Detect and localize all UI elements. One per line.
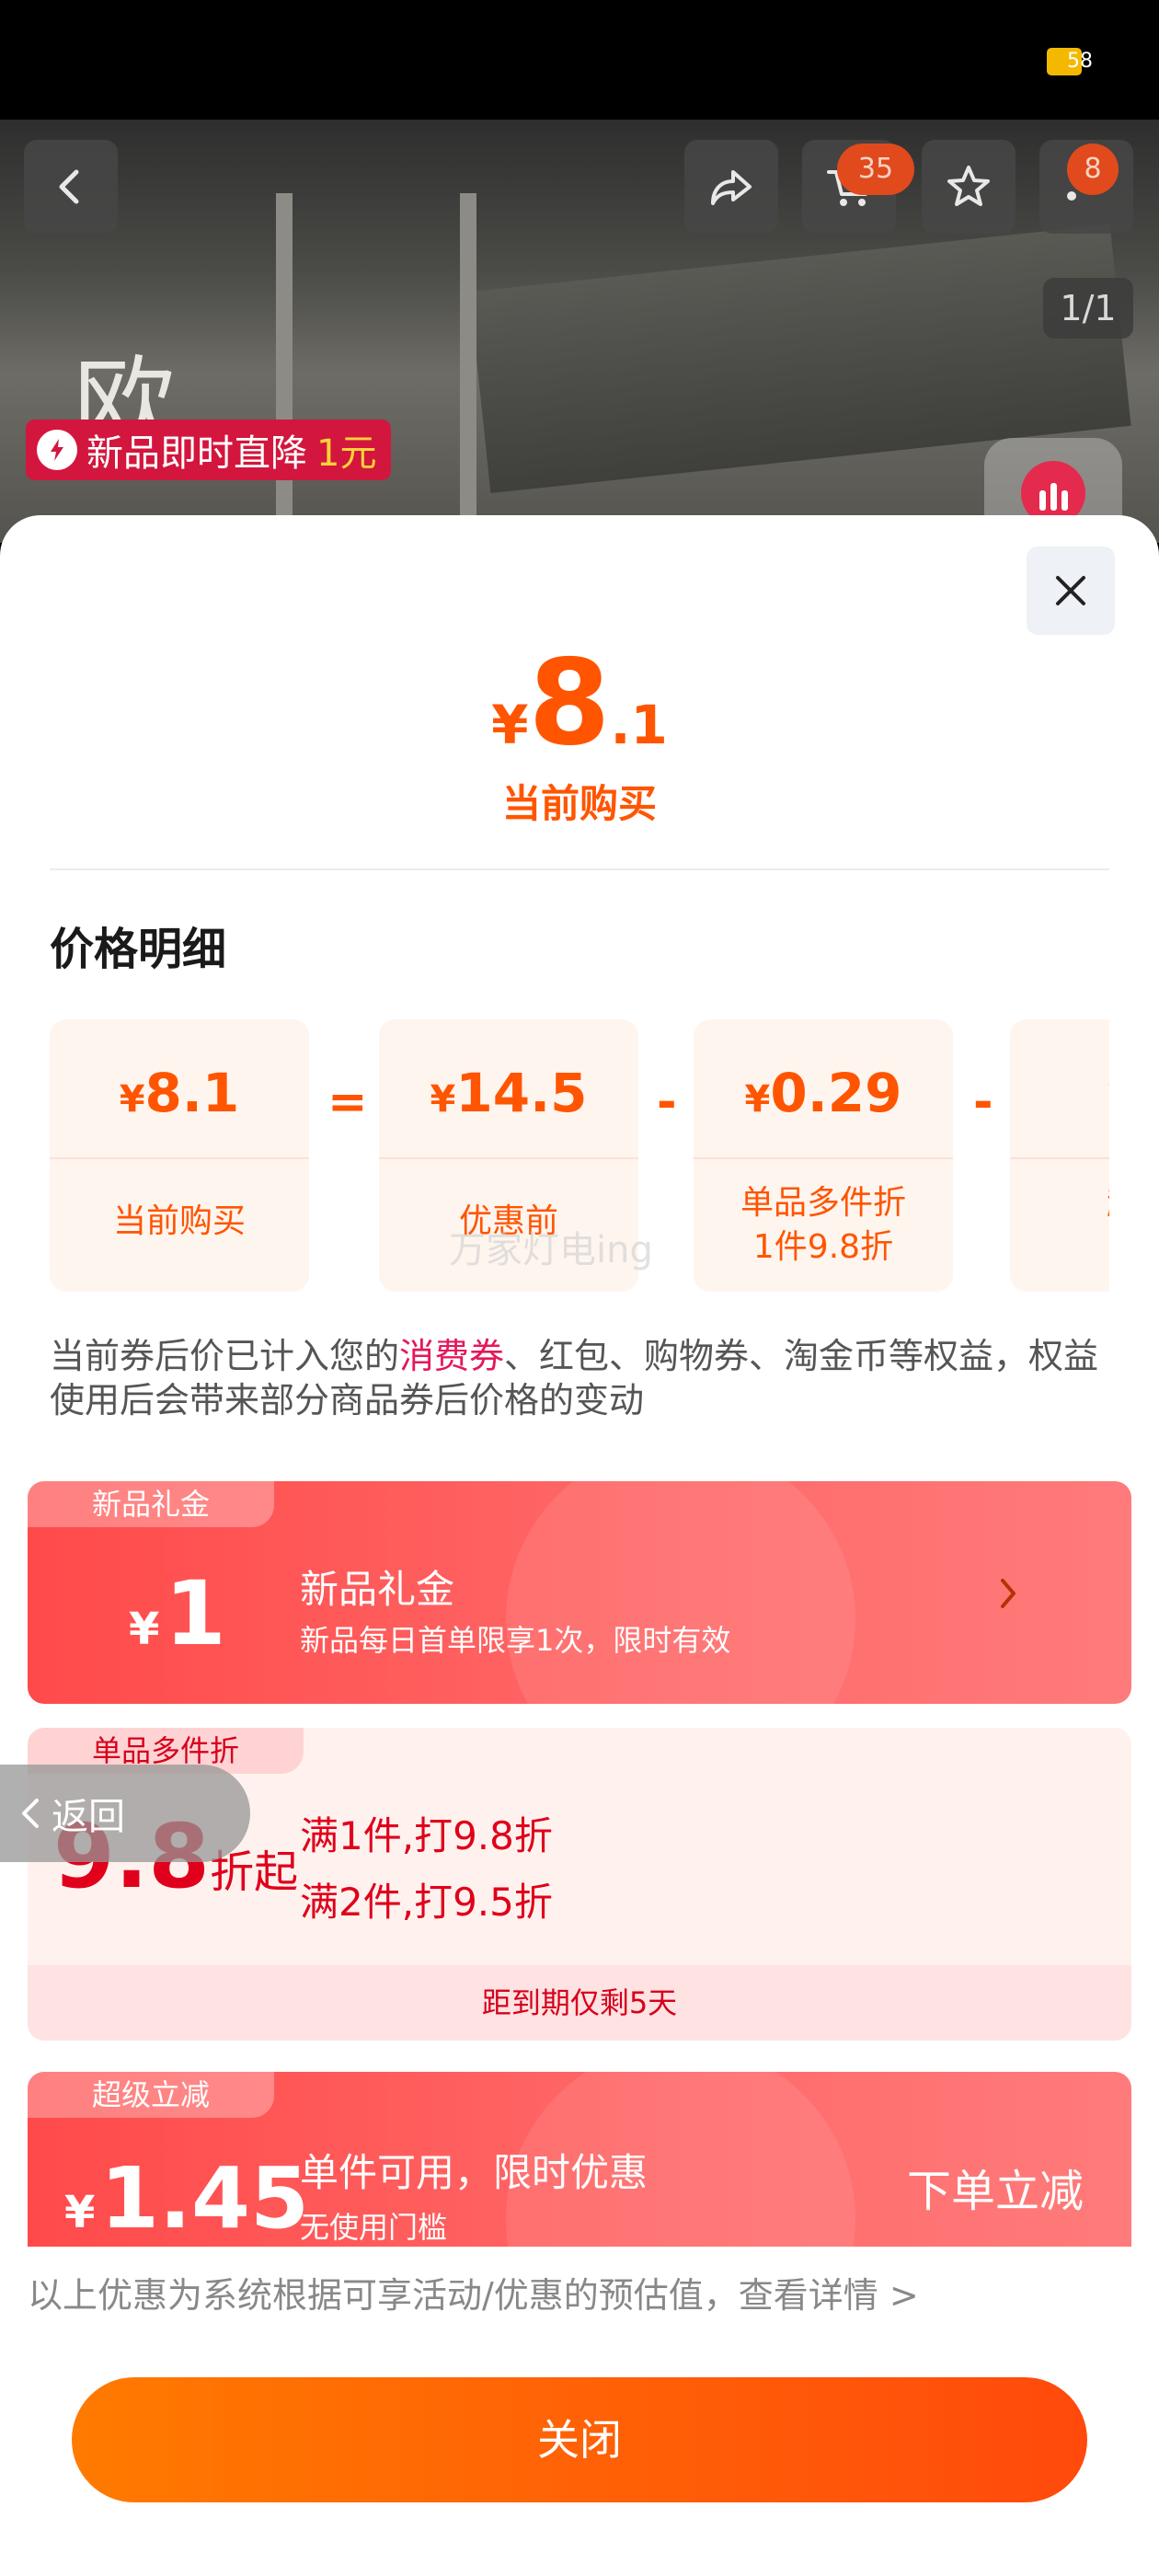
return-button[interactable]: 返回 [0,1765,250,1862]
promo-tag-text: 新品即时直降 [86,432,307,475]
coupon-action[interactable]: 下单立减 [907,2155,1084,2219]
breakdown-label: 当前购买 [112,1202,246,1240]
currency-symbol: ¥ [430,1078,456,1121]
battery-level: 58 [1067,50,1093,73]
breakdown-sublabel: 1 [1010,1225,1109,1270]
currency-symbol: ¥ [744,1078,771,1121]
message-count-badge: 8 [1067,144,1119,195]
battery-icon: 58 [1047,48,1093,75]
currency-symbol: ¥ [119,1078,145,1121]
currency-symbol: ¥ [64,2187,96,2238]
notice-link[interactable]: 消费券 [399,1336,504,1376]
price-symbol: ¥ [491,694,529,756]
discount-rule: 满2件,打9.5折 [300,1880,553,1925]
minus-operator: - [657,1075,677,1130]
section-title: 价格明细 [50,924,227,975]
breakdown-card: ¥8.1 当前购买 [50,1019,309,1292]
price-label: 当前购买 [501,781,657,826]
star-icon [947,166,990,206]
discount-rule: 满1件,打9.8折 [300,1813,553,1858]
super-discount-coupon-card[interactable]: 超级立减 ¥ 1.45 单件可用，限时优惠 无使用门槛 下单立减 [28,2072,1131,2247]
back-button[interactable] [24,140,118,234]
page-indicator: 1/1 [1043,278,1133,339]
coupon-tag: 超级立减 [28,2072,275,2118]
sheet-close-button[interactable] [1027,546,1115,635]
lightning-icon [37,430,77,470]
price-notice: 当前券后价已计入您的消费券、红包、购物券、淘金币等权益，权益使用后会带来部分商品… [50,1334,1117,1422]
coupon-title: 单件可用，限时优惠 [300,2150,648,2195]
coupon-title: 新品礼金 [300,1567,455,1612]
promo-tag-amount: 1元 [316,432,377,475]
breakdown-value: 0.29 [770,1062,902,1124]
coupon-amount: ¥ 1.45 [64,2149,309,2247]
price-integer: 8 [528,635,611,772]
estimate-footnote-link[interactable]: 以上优惠为系统根据可享活动/优惠的预估值，查看详情 > [28,2267,919,2317]
watermark: 万家灯电ing [449,1229,653,1271]
product-photo-pole [276,193,293,543]
share-icon [711,170,752,205]
gift-coupon-card[interactable]: 新品礼金 ¥ 1 新品礼金 新品每日首单限享1次，限时有效 [28,1481,1131,1704]
breakdown-card: ¥0.29 单品多件折 1件9.8折 [694,1019,953,1292]
share-button[interactable] [684,140,778,234]
currency-symbol: ¥ [129,1604,160,1655]
breakdown-sublabel: 1件9.8折 [752,1228,894,1266]
notice-text: 当前券后价已计入您的 [50,1336,400,1376]
breakdown-value: 14.5 [455,1062,588,1124]
breakdown-value: 8.1 [144,1062,240,1124]
current-price: ¥8.1 [0,635,1159,772]
coupon-value: 1 [164,1562,226,1665]
divider [50,868,1109,870]
chevron-right-icon [1001,1579,1016,1608]
favorite-button[interactable] [922,140,1016,234]
breakdown-label: 单品多件折 [740,1184,906,1222]
chevron-left-icon [59,169,79,204]
close-icon [1056,576,1085,605]
yen-watermark [506,1481,855,1704]
return-label: 返回 [52,1796,125,1838]
coupon-tag: 新品礼金 [28,1481,275,1527]
coupon-expiry: 距到期仅剩5天 [28,1965,1131,2041]
chevron-left-icon [22,1799,39,1828]
product-photo-pole [460,193,476,543]
breakdown-label: 超级 [1010,1181,1109,1225]
equals-operator: = [327,1075,368,1130]
close-button[interactable]: 关闭 [72,2377,1087,2502]
price-detail-sheet: ¥8.1 当前购买 价格明细 ¥8.1 当前购买 = ¥14.5 优惠前 - ¥… [0,515,1159,2576]
coupon-amount: ¥ 1 [129,1562,226,1665]
price-decimal: .1 [610,694,668,756]
promo-tag: 新品即时直降 1元 [26,420,392,480]
coupon-desc: 新品每日首单限享1次，限时有效 [300,1623,731,1658]
cart-count-badge: 35 [837,144,914,195]
breakdown-card: ¥1 超级1 [1010,1019,1109,1292]
coupon-desc: 无使用门槛 [300,2210,448,2245]
currency-symbol: ¥ [1108,1078,1109,1121]
status-bar: 58 [0,0,1159,120]
coupon-value: 1.45 [99,2149,309,2247]
minus-operator: - [973,1075,993,1130]
